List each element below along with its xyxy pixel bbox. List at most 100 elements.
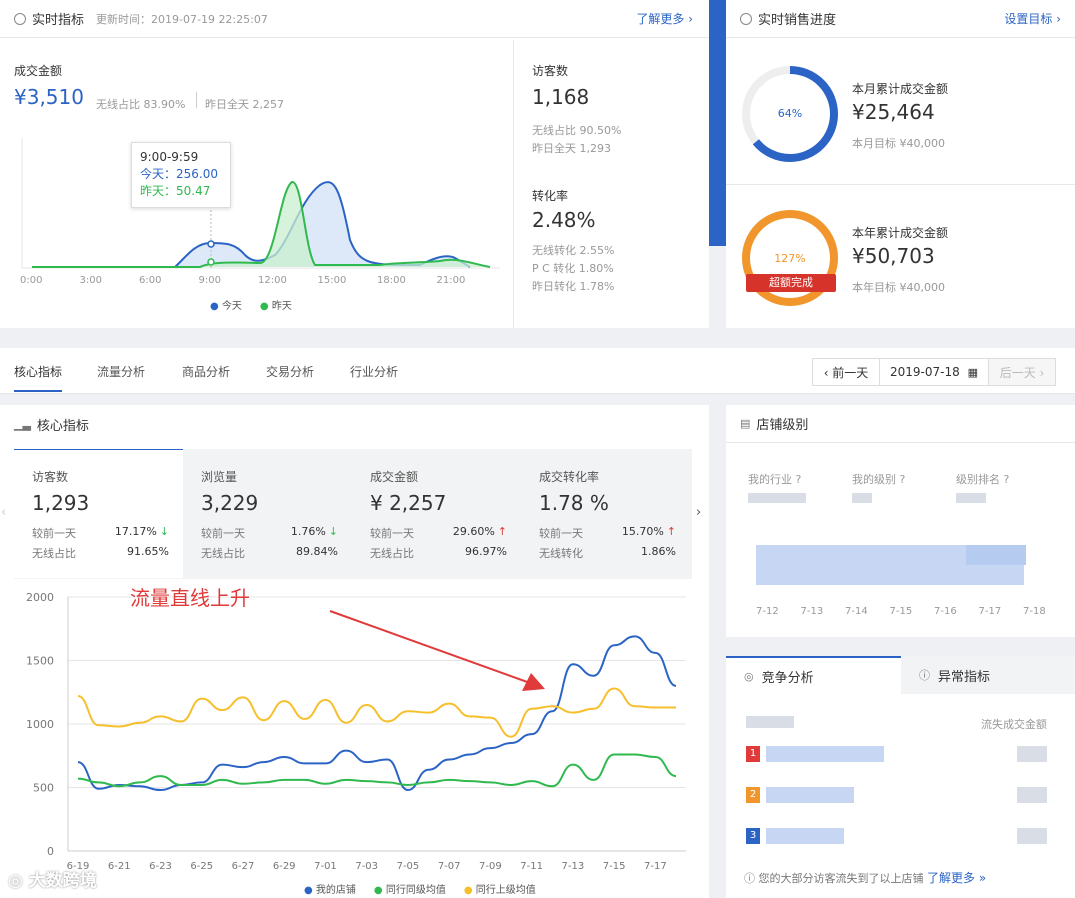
rank-badge-1: 1: [746, 746, 760, 762]
legend-my-shop[interactable]: ● 我的店铺: [304, 881, 356, 896]
today-area: [32, 182, 470, 267]
kpi-value: 3,229: [201, 491, 259, 515]
x-tick-label: 12:00: [258, 275, 287, 286]
x-tick-label: 7-13: [562, 861, 585, 872]
kpi-prev-arrow[interactable]: ‹: [1, 505, 6, 520]
scrollbar-thumb[interactable]: [709, 0, 726, 246]
x-tick-label: 7-07: [438, 861, 461, 872]
prev-day-button[interactable]: ‹ 前一天: [812, 358, 880, 386]
kpi-value: 1,293: [32, 491, 90, 515]
gmv-yesterday-total: 昨日全天 2,257: [205, 98, 284, 111]
blurred-shop-name[interactable]: [766, 787, 854, 803]
my-industry-label: 我的行业 ?: [748, 471, 801, 487]
x-tick-label: 6-25: [190, 861, 213, 872]
kpi-change-label: 较前一天: [201, 527, 245, 540]
realtime-header: 实时指标 更新时间：2019-07-19 22:25:07 了解更多 ›: [0, 0, 709, 38]
legend-yesterday-label: 昨天: [271, 301, 292, 312]
legend-yesterday[interactable]: ● 昨天: [260, 297, 292, 312]
help-icon[interactable]: ?: [900, 473, 906, 486]
kpi-label: 访客数: [32, 470, 69, 484]
bar-chart-icon: ▁▃: [14, 417, 31, 431]
year-label: 本年累计成交金额: [852, 226, 949, 240]
shop-icon: ▤: [740, 417, 751, 430]
tab-3[interactable]: 交易分析: [266, 363, 314, 380]
shop-level-title: 店铺级别: [756, 418, 809, 433]
kpi-change-row: 较前一天 17.17% ↓: [32, 525, 169, 541]
visitors-value: 1,168: [532, 85, 590, 109]
y-tick-label: 1500: [26, 655, 54, 668]
x-tick-label: 6-21: [108, 861, 131, 872]
yesterday-line: [32, 180, 491, 268]
kpi-card[interactable]: 浏览量 3,229 较前一天 1.76% ↓ 无线占比 89.84%: [183, 450, 352, 578]
kpi-change-text: 17.17%: [114, 525, 157, 538]
tab-0[interactable]: 核心指标: [14, 363, 62, 380]
kpi-change-value: 1.76% ↓: [291, 525, 338, 541]
help-icon[interactable]: ?: [1004, 473, 1010, 486]
competition-panel: ◎ 竞争分析 ⓘ 异常指标 流失成交金额 1 2 3 ⓘ 您的大部分访客流失到了…: [726, 656, 1075, 898]
my-level-text: 我的级别: [852, 473, 896, 486]
date-picker[interactable]: 2019-07-18 ▦: [879, 358, 989, 386]
level-rank-label: 级别排名 ?: [956, 471, 1009, 487]
shop-level-panel: ▤ 店铺级别 我的行业 ? 我的级别 ? 级别排名 ? 7-12 7-13 7-14…: [726, 405, 1075, 637]
kpi-share-row: 无线转化 1.86%: [539, 545, 676, 561]
x-tick-label: 7-03: [355, 861, 378, 872]
kpi-change-text: 15.70%: [621, 525, 664, 538]
chart-annotation: 流量直线上升: [130, 586, 250, 610]
tab-competition[interactable]: ◎ 竞争分析: [726, 656, 901, 694]
trend-legend: ● 我的店铺 ● 同行同级均值 ● 同行上级均值: [304, 881, 536, 896]
series-peer-same: [77, 753, 677, 788]
kpi-share-value: 89.84%: [296, 545, 338, 558]
x-tick-label: 7-15: [603, 861, 626, 872]
sales-header: 实时销售进度 设置目标 ›: [726, 0, 1075, 38]
kpi-share-value: 96.97%: [465, 545, 507, 558]
tab-4[interactable]: 行业分析: [350, 363, 398, 380]
x-tick-label: 9:00: [198, 275, 221, 286]
blurred-shop-name[interactable]: [766, 746, 884, 762]
competition-footer: ⓘ 您的大部分访客流失到了以上店铺 了解更多 »: [744, 869, 986, 886]
kpi-share-value: 91.65%: [127, 545, 169, 558]
kpi-card[interactable]: 访客数 1,293 较前一天 17.17% ↓ 无线占比 91.65%: [14, 450, 183, 578]
x-tick-label: 21:00: [436, 275, 466, 286]
help-icon[interactable]: ?: [796, 473, 802, 486]
info-icon: ⓘ: [744, 872, 759, 885]
blurred-value: [956, 493, 986, 503]
kpi-share-label: 无线占比: [32, 547, 76, 560]
kpi-card[interactable]: 成交转化率 1.78 % 较前一天 15.70% ↑ 无线转化 1.86%: [521, 450, 690, 578]
blurred-amount: [1017, 787, 1047, 803]
gmv-wireless-share: 无线占比 83.90%: [96, 98, 186, 111]
calendar-icon: ▦: [967, 365, 978, 379]
competition-footer-text: 您的大部分访客流失到了以上店铺: [758, 872, 924, 885]
x-tick-label: 7-17: [644, 861, 667, 872]
year-target: 本年目标 ¥40,000: [852, 281, 945, 294]
x-tick-label: 6-23: [149, 861, 172, 872]
tab-competition-label: 竞争分析: [761, 670, 814, 686]
next-day-button[interactable]: 后一天 ›: [988, 358, 1056, 386]
set-goal-link[interactable]: 设置目标 ›: [1004, 10, 1061, 27]
legend-peer-upper-label: 同行上级均值: [475, 885, 536, 896]
kpi-value: 1.78 %: [539, 491, 609, 515]
tab-1[interactable]: 流量分析: [97, 363, 145, 380]
sales-progress-panel: 实时销售进度 设置目标 › 64% 本月累计成交金额 ¥25,464 本月目标 …: [726, 0, 1075, 328]
legend-peer-same[interactable]: ● 同行同级均值: [374, 881, 446, 896]
month-target: 本月目标 ¥40,000: [852, 137, 945, 150]
competition-more-link[interactable]: 了解更多 »: [927, 871, 986, 885]
conversion-pc: P C 转化 1.80%: [532, 262, 614, 275]
legend-today[interactable]: ● 今天: [210, 297, 242, 312]
kpi-change-label: 较前一天: [32, 527, 76, 540]
divider: [196, 92, 197, 108]
shop-level-header: ▤ 店铺级别: [726, 405, 1075, 443]
x-tick-label: 0:00: [20, 275, 43, 286]
kpi-next-arrow[interactable]: ›: [696, 505, 701, 520]
realtime-chart: [21, 138, 500, 269]
tab-2[interactable]: 商品分析: [182, 363, 230, 380]
blurred-shop-name[interactable]: [766, 828, 844, 844]
y-tick-label: 2000: [26, 591, 54, 604]
legend-peer-upper[interactable]: ● 同行上级均值: [464, 881, 536, 896]
tab-anomaly[interactable]: ⓘ 异常指标: [901, 656, 1075, 694]
learn-more-link[interactable]: 了解更多 ›: [636, 10, 693, 27]
arrow-down-icon: ↓: [328, 525, 338, 538]
watermark-text: 大数跨境: [28, 871, 97, 891]
kpi-card[interactable]: 成交金额 ¥ 2,257 较前一天 29.60% ↑ 无线占比 96.97%: [352, 450, 521, 578]
kpi-label: 成交转化率: [539, 470, 600, 484]
date-value: 2019-07-18: [890, 365, 960, 379]
